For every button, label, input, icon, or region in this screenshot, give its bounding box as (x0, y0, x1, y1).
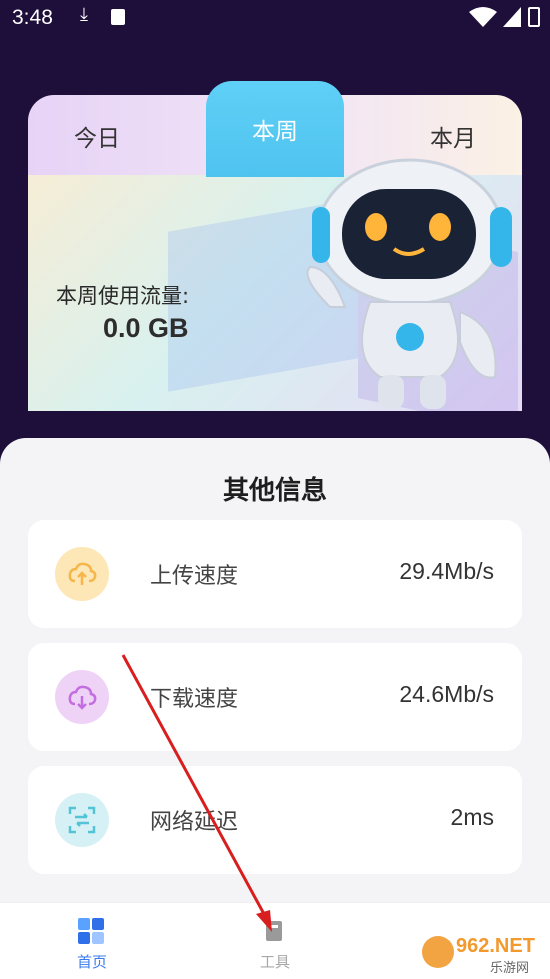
latency-label: 网络延迟 (150, 810, 239, 835)
battery-icon (528, 7, 540, 27)
download-speed-label: 下载速度 (150, 687, 239, 712)
watermark-sub: 乐游网 (490, 961, 529, 976)
nav-tools-label: 工具 (259, 953, 290, 971)
cloud-download-icon (55, 670, 109, 724)
site-watermark: 962.NET 乐游网 (422, 935, 535, 976)
usage-label: 本周使用流量: (56, 284, 190, 308)
wifi-icon (469, 7, 497, 27)
traffic-card: 今日 本周 本月 本周使用流量: 0.0 GB (28, 81, 522, 411)
download-speed-value: 24.6Mb/s (399, 681, 494, 707)
cloud-upload-icon (55, 547, 109, 601)
tab-today[interactable]: 今日 (28, 95, 166, 177)
upload-speed-row[interactable]: 上传速度 29.4Mb/s (28, 520, 522, 628)
upload-speed-value: 29.4Mb/s (399, 558, 494, 584)
watermark-text: 962.NET (456, 935, 535, 957)
nav-tools[interactable]: 工具 (220, 903, 330, 979)
info-title: 其他信息 (222, 476, 327, 506)
status-bar: 3:48 ⤓ (0, 0, 550, 36)
latency-scan-icon (55, 793, 109, 847)
robot-mascot-icon (306, 158, 512, 409)
tab-today-label: 今日 (74, 126, 120, 152)
latency-row[interactable]: 网络延迟 2ms (28, 766, 522, 874)
home-grid-icon (78, 918, 104, 944)
nav-home-label: 首页 (76, 953, 107, 971)
signal-icon (503, 7, 521, 27)
status-time: 3:48 (12, 6, 53, 29)
upload-speed-label: 上传速度 (150, 564, 239, 589)
notification-icon (111, 9, 125, 25)
tools-icon (266, 921, 282, 941)
download-speed-row[interactable]: 下载速度 24.6Mb/s (28, 643, 522, 751)
nav-home[interactable]: 首页 (37, 903, 147, 979)
usage-value: 0.0 GB (103, 313, 189, 343)
download-icon: ⤓ (80, 4, 88, 24)
latency-value: 2ms (450, 804, 494, 830)
